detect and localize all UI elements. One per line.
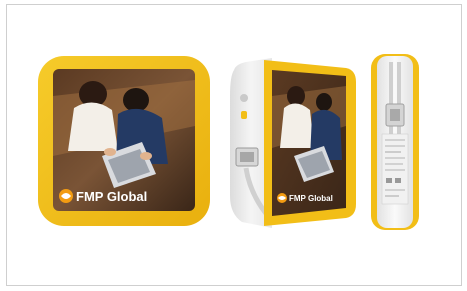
led-indicator: [241, 111, 247, 119]
svg-text:FMP Global: FMP Global: [289, 194, 333, 203]
fmp-global-logo: FMP Global: [277, 193, 333, 203]
person-shirt: [68, 102, 118, 151]
specification-label: [381, 133, 409, 205]
svg-text:FMP Global: FMP Global: [76, 189, 147, 204]
power-bank-side-view: [371, 54, 419, 230]
usb-connector: [235, 147, 259, 167]
power-bank-front-view: FMP Global: [38, 56, 210, 226]
power-bank-angled-view: FMP Global: [230, 58, 356, 228]
power-button: [240, 94, 248, 102]
